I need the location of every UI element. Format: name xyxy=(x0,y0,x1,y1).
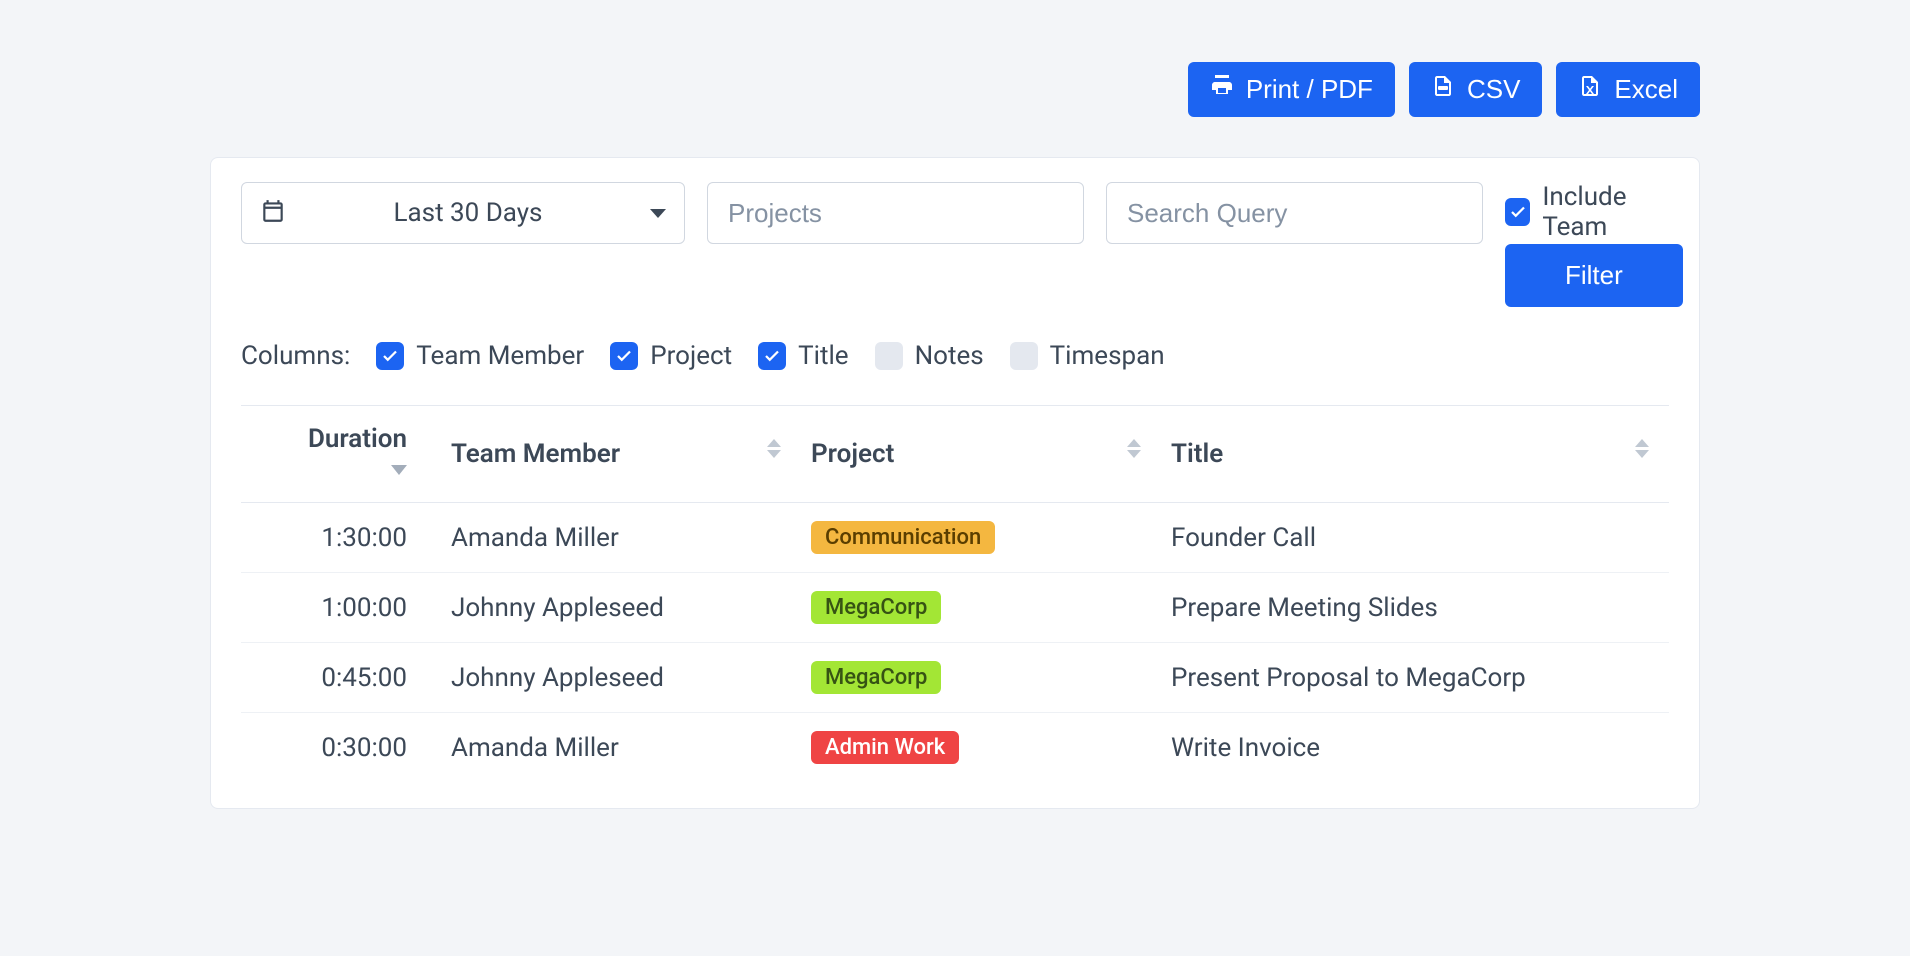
cell-duration: 1:30:00 xyxy=(241,503,441,573)
col-checkbox-timespan[interactable] xyxy=(1010,342,1038,370)
date-range-picker[interactable]: Last 30 Days xyxy=(241,182,685,244)
include-team-label: Include Team xyxy=(1542,182,1682,242)
columns-label: Columns: xyxy=(241,341,350,371)
excel-label: Excel xyxy=(1614,74,1678,105)
col-checkbox-project[interactable] xyxy=(610,342,638,370)
sort-desc-icon xyxy=(391,465,407,475)
print-pdf-label: Print / PDF xyxy=(1246,74,1373,105)
projects-input[interactable] xyxy=(707,182,1084,244)
cell-team-member: Amanda Miller xyxy=(441,713,801,783)
col-toggle-title[interactable]: Title xyxy=(758,341,848,371)
col-toggle-project[interactable]: Project xyxy=(610,341,732,371)
col-checkbox-team-member[interactable] xyxy=(376,342,404,370)
file-csv-icon xyxy=(1431,74,1455,105)
col-toggle-team-member[interactable]: Team Member xyxy=(376,341,584,371)
filters-top-row: Last 30 Days Include Team Filter xyxy=(241,182,1669,323)
sort-icon xyxy=(1127,439,1141,458)
sort-icon xyxy=(767,439,781,458)
print-pdf-button[interactable]: Print / PDF xyxy=(1188,62,1395,117)
project-tag: Communication xyxy=(811,521,995,554)
table-row: 0:30:00Amanda Miller Admin Work Write Invo… xyxy=(241,713,1669,783)
col-toggle-notes[interactable]: Notes xyxy=(875,341,984,371)
cell-title: Prepare Meeting Slides xyxy=(1161,573,1669,643)
col-label-project: Project xyxy=(650,341,732,371)
cell-project: Communication xyxy=(801,503,1161,573)
cell-team-member: Johnny Appleseed xyxy=(441,573,801,643)
cell-title: Founder Call xyxy=(1161,503,1669,573)
excel-button[interactable]: Excel xyxy=(1556,62,1700,117)
filter-button[interactable]: Filter xyxy=(1505,244,1683,307)
cell-team-member: Amanda Miller xyxy=(441,503,801,573)
file-excel-icon xyxy=(1578,74,1602,105)
results-table: Duration Team Member Project Title xyxy=(241,405,1669,782)
filters-card: Last 30 Days Include Team Filter Columns… xyxy=(210,157,1700,809)
cell-project: MegaCorp xyxy=(801,573,1161,643)
cell-project: Admin Work xyxy=(801,713,1161,783)
table-row: 1:00:00Johnny Appleseed MegaCorp Prepare M… xyxy=(241,573,1669,643)
cell-title: Present Proposal to MegaCorp xyxy=(1161,643,1669,713)
search-input[interactable] xyxy=(1106,182,1483,244)
export-bar: Print / PDF CSV Excel xyxy=(210,62,1700,117)
cell-duration: 0:45:00 xyxy=(241,643,441,713)
col-header-duration[interactable]: Duration xyxy=(241,406,441,503)
cell-project: MegaCorp xyxy=(801,643,1161,713)
project-tag: MegaCorp xyxy=(811,591,941,624)
col-label-title: Title xyxy=(798,341,848,371)
col-header-team-member[interactable]: Team Member xyxy=(441,406,801,503)
include-team-toggle[interactable]: Include Team xyxy=(1505,182,1683,242)
cell-team-member: Johnny Appleseed xyxy=(441,643,801,713)
table-row: 0:45:00Johnny Appleseed MegaCorp Present P… xyxy=(241,643,1669,713)
csv-button[interactable]: CSV xyxy=(1409,62,1542,117)
calendar-icon xyxy=(260,198,286,228)
col-header-project[interactable]: Project xyxy=(801,406,1161,503)
cell-duration: 1:00:00 xyxy=(241,573,441,643)
project-tag: Admin Work xyxy=(811,731,959,764)
col-label-timespan: Timespan xyxy=(1050,341,1165,371)
csv-label: CSV xyxy=(1467,74,1520,105)
cell-duration: 0:30:00 xyxy=(241,713,441,783)
col-label-notes: Notes xyxy=(915,341,984,371)
col-checkbox-title[interactable] xyxy=(758,342,786,370)
cell-title: Write Invoice xyxy=(1161,713,1669,783)
project-tag: MegaCorp xyxy=(811,661,941,694)
columns-row: Columns: Team Member Project Title Notes… xyxy=(241,341,1669,399)
print-icon xyxy=(1210,74,1234,105)
include-team-checkbox[interactable] xyxy=(1505,198,1530,226)
table-row: 1:30:00Amanda Miller Communication Founder… xyxy=(241,503,1669,573)
chevron-down-icon xyxy=(650,209,666,218)
col-header-title[interactable]: Title xyxy=(1161,406,1669,503)
col-label-team-member: Team Member xyxy=(416,341,584,371)
sort-icon xyxy=(1635,439,1649,458)
col-toggle-timespan[interactable]: Timespan xyxy=(1010,341,1165,371)
date-range-label: Last 30 Days xyxy=(286,198,650,228)
col-checkbox-notes[interactable] xyxy=(875,342,903,370)
